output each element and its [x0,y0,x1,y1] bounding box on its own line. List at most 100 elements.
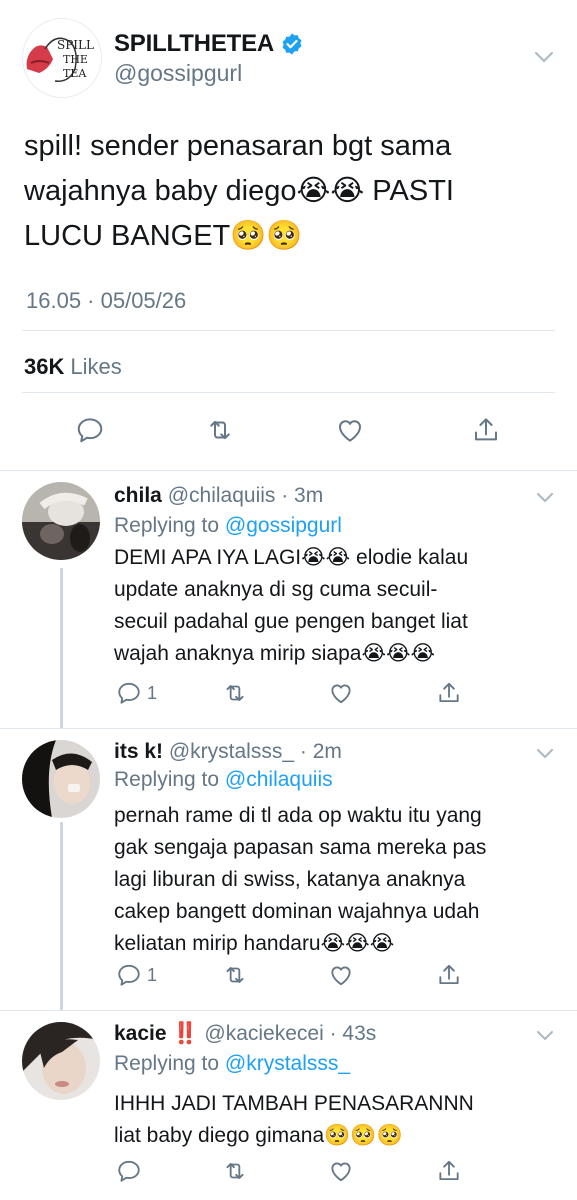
tweet-text: spill! sender penasaran bgt sama wajahny… [24,124,554,259]
share-button[interactable] [436,678,462,708]
main-tweet: SPILL THE TEA SPILLTHETEA @gossipgurl sp… [0,0,577,470]
reply-text-line: liat baby diego gimana🥺🥺🥺 [114,1124,403,1147]
heart-icon [331,1162,351,1182]
retweet-button[interactable] [222,678,248,708]
author-handle[interactable]: @gossipgurl [114,60,242,87]
share-icon [439,682,459,703]
thread-line [60,568,63,728]
avatar[interactable] [22,1022,100,1100]
like-button[interactable] [328,1156,354,1186]
reply-action-bar: 1 [114,678,554,708]
reply-handle-time[interactable]: @krystalsss_ · 2m [169,740,342,763]
reply-header: chila @chilaquiis · 3m [114,484,323,508]
reply-text-line: lagi liburan di swiss, katanya anaknya [114,868,466,891]
chevron-down-icon[interactable] [534,50,554,64]
reply-icon [77,418,103,443]
like-button[interactable] [328,678,354,708]
reply-handle-time[interactable]: @chilaquiis · 3m [168,484,324,507]
tweet-action-bar [0,408,577,452]
reply-header: kacie ‼️ @kaciekecei · 43s [114,1022,376,1046]
logo-text-tea: TEA [63,67,87,80]
reply-count: 1 [147,964,158,985]
avatar-photo-icon [22,740,100,818]
chevron-down-icon[interactable] [536,492,554,504]
logo-text-spill: SPILL [57,38,94,52]
reply-author-name[interactable]: its k! [114,740,163,763]
author-name[interactable]: SPILLTHETEA [114,30,304,58]
heart-icon [331,684,351,704]
reply-count: 1 [147,682,158,703]
share-button[interactable] [436,960,462,990]
share-icon [439,964,459,985]
reply-header: its k! @krystalsss_ · 2m [114,740,342,764]
reply-author-name[interactable]: kacie ‼️ [114,1022,199,1045]
thread-line [60,822,63,1010]
reply-author-name[interactable]: chila [114,484,162,507]
tweet-timestamp[interactable]: 16.05 · 05/05/26 [26,288,186,314]
reply-text-line: DEMI APA IYA LAGI😭😭 elodie kalau [114,546,469,569]
separator [0,1010,577,1011]
avatar[interactable] [22,482,100,560]
replying-to: Replying to @krystalsss_ [114,1052,350,1076]
spillthetea-logo-icon: SPILL THE TEA [23,19,101,97]
reply-action-bar [114,1156,554,1186]
like-button[interactable] [328,960,354,990]
author-name-text: SPILLTHETEA [114,30,275,57]
reply-text-line: gak sengaja papasan sama mereka pas [114,836,487,859]
share-button[interactable] [436,1156,462,1186]
divider [22,392,555,393]
reply-text-line: IHHH JADI TAMBAH PENASARANNN [114,1092,474,1115]
replying-prefix: Replying to [114,768,220,791]
divider [22,330,555,331]
replying-prefix: Replying to [114,514,220,537]
reply-text-line: cakep bangett dominan wajahnya udah [114,900,480,923]
replying-to: Replying to @gossipgurl [114,514,342,538]
share-icon [439,1160,459,1181]
avatar-photo-icon [22,482,100,560]
retweet-button[interactable] [198,408,242,452]
chevron-down-icon[interactable] [536,1030,554,1042]
reply-button[interactable]: 1 [116,960,157,990]
retweet-icon [226,1163,244,1179]
tweet-text-line: wajahnya baby diego😭😭 PASTI [24,175,454,207]
retweet-icon [226,967,244,983]
share-icon [475,418,497,441]
separator [0,470,577,471]
reply-handle-time[interactable]: @kaciekecei · 43s [204,1022,376,1045]
reply-text-line: wajah anaknya mirip siapa😭😭😭 [114,642,436,665]
reply-icon [118,682,140,704]
likes-count[interactable]: 36K Likes [24,354,122,380]
heart-icon [331,966,351,986]
chevron-down-icon[interactable] [536,748,554,760]
author-avatar[interactable]: SPILL THE TEA [22,18,102,98]
reply-icon [118,964,140,986]
reply-text-line: update anaknya di sg cuma secuil- [114,578,438,601]
replying-to: Replying to @chilaquiis [114,768,333,792]
separator [0,728,577,729]
avatar-photo-icon [22,1022,100,1100]
reply-text-line: keliatan mirip handaru😭😭😭 [114,932,395,955]
retweet-icon [210,420,230,440]
avatar[interactable] [22,740,100,818]
reply-text: DEMI APA IYA LAGI😭😭 elodie kalau update … [114,542,554,670]
reply-text: IHHH JADI TAMBAH PENASARANNN liat baby d… [114,1088,554,1152]
retweet-button[interactable] [222,960,248,990]
verified-badge-icon [282,33,302,55]
replying-to-handle[interactable]: @gossipgurl [225,514,342,537]
replying-to-handle[interactable]: @krystalsss_ [225,1052,350,1075]
tweet-text-line: spill! sender penasaran bgt sama [24,130,452,162]
reply-icon [118,1160,140,1182]
reply-text-line: pernah rame di tl ada op waktu itu yang [114,804,482,827]
retweet-button[interactable] [222,1156,248,1186]
reply-button[interactable]: 1 [116,678,157,708]
reply-button[interactable] [68,408,112,452]
likes-label: Likes [70,354,122,379]
reply-text: pernah rame di tl ada op waktu itu yang … [114,800,554,960]
like-button[interactable] [328,408,372,452]
share-button[interactable] [464,408,508,452]
replying-prefix: Replying to [114,1052,220,1075]
retweet-icon [226,685,244,701]
replying-to-handle[interactable]: @chilaquiis [225,768,333,791]
reply-button[interactable] [116,1156,147,1186]
likes-number: 36K [24,354,65,379]
